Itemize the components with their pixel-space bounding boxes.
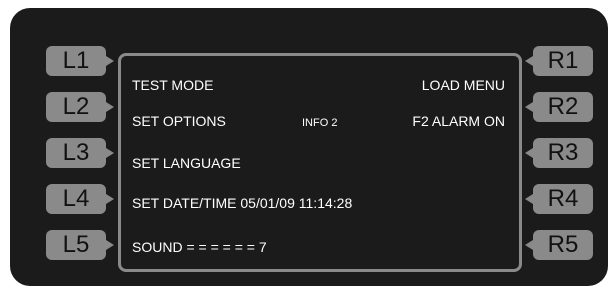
menu-label-load-menu: LOAD MENU [421,77,505,93]
menu-label-set-options: SET OPTIONS [132,113,226,129]
menu-label-f2-alarm: F2 ALARM ON [412,113,505,129]
menu-label-test-mode: TEST MODE [132,77,214,93]
menu-label-set-language: SET LANGUAGE [132,155,241,171]
soft-key-r2[interactable]: R2 [525,92,593,122]
soft-key-l2[interactable]: L2 [46,92,114,122]
soft-key-r4[interactable]: R4 [525,184,593,214]
soft-key-l5[interactable]: L5 [46,230,114,260]
menu-label-sound: SOUND = = = = = = 7 [132,239,267,255]
soft-key-l3[interactable]: L3 [46,138,114,168]
soft-key-r3[interactable]: R3 [525,138,593,168]
soft-key-l4[interactable]: L4 [46,184,114,214]
display-screen: TEST MODE SET OPTIONS SET LANGUAGE SET D… [118,53,522,272]
info-page-indicator: INFO 2 [302,117,338,129]
soft-key-l1[interactable]: L1 [46,46,114,76]
menu-label-set-date-time: SET DATE/TIME 05/01/09 11:14:28 [132,195,353,211]
soft-key-r1[interactable]: R1 [525,46,593,76]
soft-key-r5[interactable]: R5 [525,230,593,260]
control-panel-bezel: L1 L2 L3 L4 L5 R1 R2 R3 R4 R5 TEST MODE … [10,8,608,286]
